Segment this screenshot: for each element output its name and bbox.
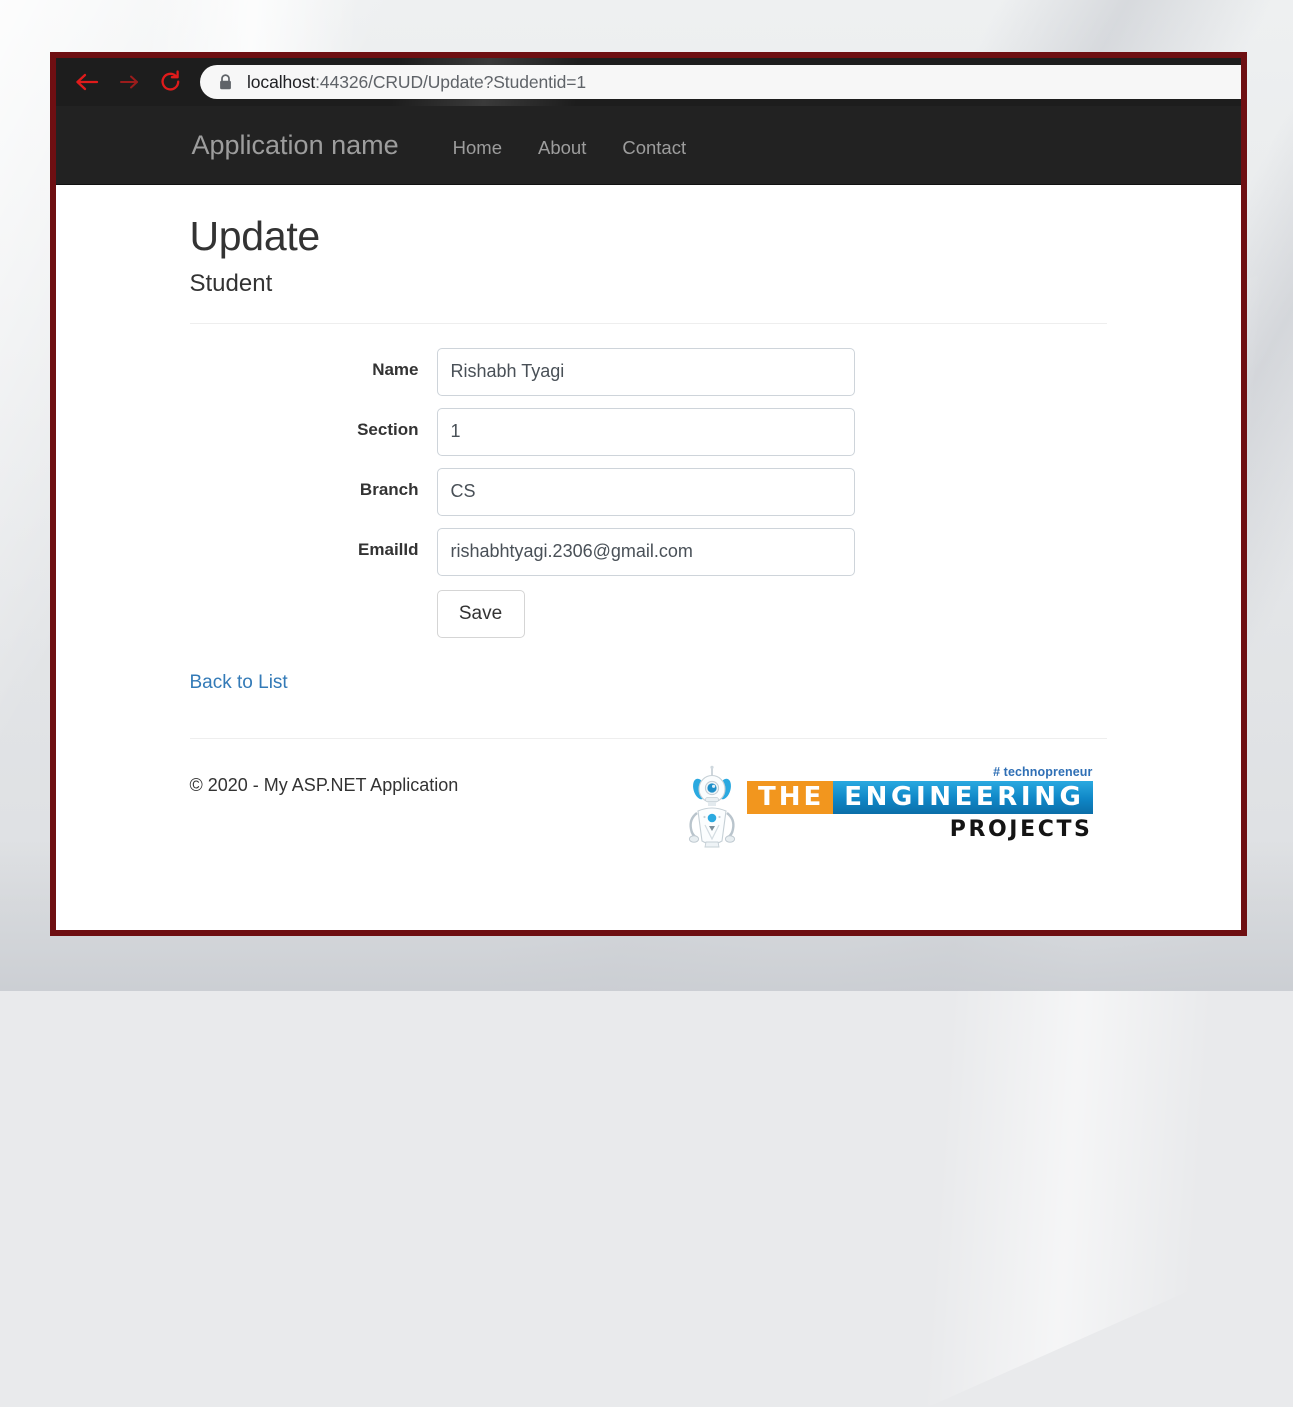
logo-word-projects: PROJECTS [950,817,1093,842]
footer-copyright: © 2020 - My ASP.NET Application [190,765,459,796]
browser-window: localhost:44326/CRUD/Update?Studentid=1 … [50,52,1247,936]
logo-wordmark: # technopreneur THE ENGINEERING PROJECTS [747,765,1092,842]
label-emailid: EmailId [190,528,437,560]
form-row-name: Name [190,348,1108,396]
robot-mascot-icon [683,765,741,849]
input-name[interactable] [437,348,855,396]
lock-icon [218,74,233,91]
page-title: Update [190,213,1108,260]
logo-bars: THE ENGINEERING [747,781,1092,814]
form-row-emailid: EmailId [190,528,1108,576]
forward-arrow-icon [116,71,142,93]
logo-word-the: THE [747,781,833,814]
reload-button[interactable] [150,62,192,102]
address-bar-text: localhost:44326/CRUD/Update?Studentid=1 [247,72,586,93]
navbar-links: Home About Contact [435,139,704,158]
back-link-wrapper: Back to List [190,672,1108,694]
save-button[interactable]: Save [437,590,525,638]
back-button[interactable] [66,62,108,102]
page-footer: © 2020 - My ASP.NET Application [190,738,1107,849]
form-actions: Save [190,590,1108,638]
address-bar[interactable]: localhost:44326/CRUD/Update?Studentid=1 [200,65,1241,99]
the-engineering-projects-logo: # technopreneur THE ENGINEERING PROJECTS [683,765,1092,849]
nav-link-home[interactable]: Home [435,139,520,158]
label-section: Section [190,408,437,440]
back-arrow-icon [74,71,100,93]
nav-link-contact[interactable]: Contact [604,139,704,158]
url-path: :44326/CRUD/Update?Studentid=1 [315,72,586,92]
input-branch[interactable] [437,468,855,516]
label-name: Name [190,348,437,380]
page-body: Update Student Name Section Branch Emai [56,185,1241,930]
logo-word-engineering: ENGINEERING [833,781,1092,814]
input-emailid[interactable] [437,528,855,576]
navbar-brand[interactable]: Application name [192,132,399,159]
title-divider [190,323,1107,324]
reload-icon [159,70,183,94]
url-host: localhost [247,72,315,92]
logo-tagline: # technopreneur [993,765,1092,779]
page-subtitle: Student [190,270,1108,299]
back-to-list-link[interactable]: Back to List [190,672,288,693]
form-row-section: Section [190,408,1108,456]
student-form: Name Section Branch EmailId S [190,348,1108,638]
input-section[interactable] [437,408,855,456]
form-row-branch: Branch [190,468,1108,516]
forward-button[interactable] [108,62,150,102]
browser-toolbar: localhost:44326/CRUD/Update?Studentid=1 [56,58,1241,106]
label-branch: Branch [190,468,437,500]
nav-link-about[interactable]: About [520,139,604,158]
site-navbar: Application name Home About Contact [56,106,1241,185]
